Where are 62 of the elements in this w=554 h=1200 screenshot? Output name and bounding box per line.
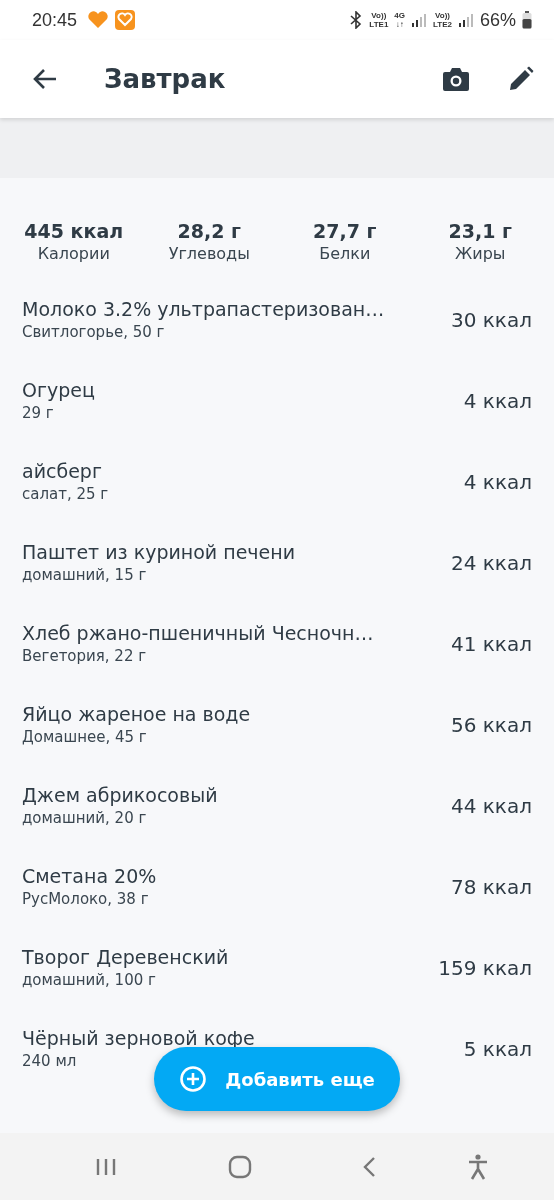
signal-icon: [411, 12, 427, 28]
food-calories: 56 ккал: [451, 712, 532, 737]
camera-icon: [442, 66, 470, 92]
food-name: Сметана 20%: [22, 865, 158, 887]
food-calories: 41 ккал: [451, 631, 532, 656]
food-detail: салат, 25 г: [22, 485, 110, 503]
food-detail: 240 мл: [22, 1052, 78, 1070]
nutrient-label: Белки: [319, 244, 371, 263]
screen-title: Завтрак: [104, 64, 226, 94]
food-calories: 30 ккал: [451, 307, 532, 332]
nutrient-value: 28,2 г: [177, 220, 241, 242]
food-name: Джем абрикосовый: [22, 784, 219, 806]
plus-circle-icon: [179, 1065, 208, 1093]
food-name: Яйцо жареное на воде: [22, 703, 252, 725]
food-detail: Вегетория, 22 г: [22, 647, 148, 665]
food-name: Творог Деревенский: [22, 946, 230, 968]
food-detail: 29 г: [22, 404, 55, 422]
food-calories: 44 ккал: [451, 793, 532, 818]
recent-apps-icon[interactable]: [95, 1156, 118, 1177]
nutrient-value: 27,7 г: [313, 220, 377, 242]
home-icon[interactable]: [227, 1154, 252, 1179]
heart-icon: [87, 11, 110, 29]
food-detail: Свитлогорье, 50 г: [22, 323, 166, 341]
sim-label: LTE2: [433, 20, 452, 29]
battery-icon: [522, 11, 532, 29]
app-notification-icon: [115, 10, 136, 30]
nutrient-value: 23,1 г: [448, 220, 512, 242]
nutrient-label: Калории: [37, 244, 110, 263]
food-name: Паштет из куриной печени: [22, 541, 297, 563]
food-name: Хлеб ржано-пшеничный Чесночн…: [22, 622, 375, 644]
food-calories: 5 ккал: [463, 1036, 532, 1061]
volte-label: Vo)): [371, 11, 387, 20]
battery-percent: 66%: [479, 9, 516, 31]
food-calories: 4 ккал: [463, 469, 532, 494]
accessibility-icon[interactable]: [466, 1153, 489, 1180]
sim-label: LTE1: [369, 20, 389, 29]
arrow-left-icon: [32, 68, 58, 90]
food-calories: 78 ккал: [451, 874, 532, 899]
food-calories: 159 ккал: [438, 955, 532, 980]
food-name: айсберг: [22, 460, 103, 482]
food-detail: Домашнее, 45 г: [22, 728, 148, 746]
food-detail: домашний, 100 г: [22, 971, 157, 989]
network-arrows: ↓↑: [395, 20, 404, 29]
add-more-button[interactable]: Добавить еще: [154, 1047, 400, 1111]
nutrient-value: 445 ккал: [24, 220, 124, 242]
food-detail: домашний, 15 г: [22, 566, 148, 584]
bluetooth-icon: [349, 11, 364, 29]
nutrient-label: Жиры: [455, 244, 506, 263]
food-name: Молоко 3.2% ультрапастеризован…: [22, 298, 386, 320]
pencil-icon: [508, 66, 534, 92]
signal-icon: [457, 12, 474, 28]
food-detail: РусМолоко, 38 г: [22, 890, 150, 908]
volte-label: Vo)): [435, 11, 450, 20]
status-time: 20:45: [32, 9, 78, 31]
network-label: 4G: [394, 11, 405, 20]
food-calories: 24 ккал: [451, 550, 532, 575]
food-calories: 4 ккал: [463, 388, 532, 413]
food-name: Огурец: [22, 379, 96, 401]
food-name: Чёрный зерновой кофе: [22, 1027, 256, 1049]
back-nav-icon[interactable]: [362, 1155, 377, 1178]
nutrient-label: Углеводы: [168, 244, 250, 263]
food-detail: домашний, 20 г: [22, 809, 148, 827]
